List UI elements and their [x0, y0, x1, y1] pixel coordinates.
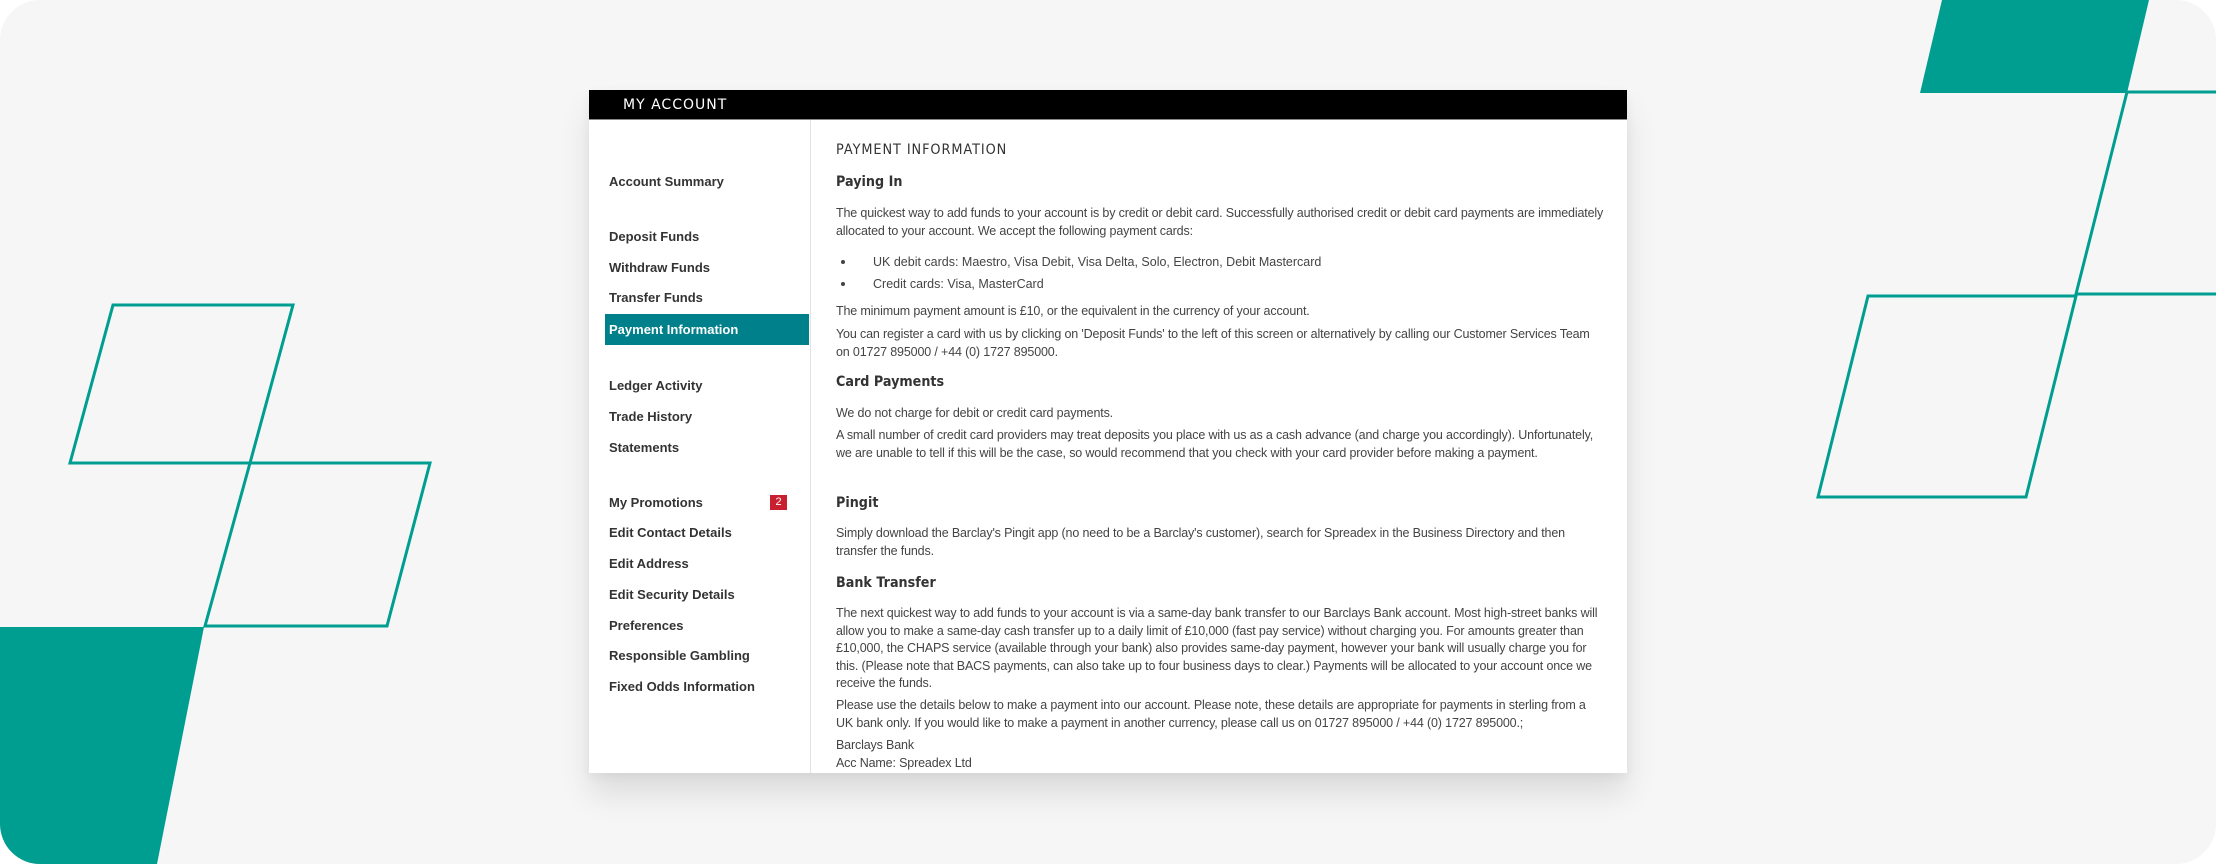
bullet-icon [841, 282, 845, 286]
sidebar-item-label: Preferences [609, 618, 684, 633]
bank-transfer-text-2: Please use the details below to make a p… [836, 698, 1586, 730]
sidebar-item-label: Ledger Activity [609, 378, 703, 393]
minimum-payment-text: The minimum payment amount is £10, or th… [836, 304, 1310, 318]
sidebar-item-payment-information[interactable]: Payment Information [605, 314, 809, 345]
sidebar-item-deposit-funds[interactable]: Deposit Funds [605, 221, 809, 252]
sidebar-item-edit-contact-details[interactable]: Edit Contact Details [605, 517, 809, 548]
promotions-count-badge: 2 [770, 495, 787, 510]
sidebar-item-label: Withdraw Funds [609, 260, 710, 275]
sidebar-item-label: Statements [609, 440, 680, 455]
sidebar-item-responsible-gambling[interactable]: Responsible Gambling [605, 640, 809, 671]
list-item: Credit cards: Visa, MasterCard [836, 273, 1606, 295]
list-item: UK debit cards: Maestro, Visa Debit, Vis… [836, 251, 1606, 273]
list-item-text: Credit cards: Visa, MasterCard [873, 277, 1044, 291]
sidebar-item-preferences[interactable]: Preferences [605, 610, 809, 641]
sidebar-item-fixed-odds-information[interactable]: Fixed Odds Information [605, 671, 809, 702]
sidebar-item-label: Responsible Gambling [609, 648, 750, 663]
sidebar-item-withdraw-funds[interactable]: Withdraw Funds [605, 252, 809, 283]
sidebar-item-edit-address[interactable]: Edit Address [605, 548, 809, 579]
section-heading-card-payments: Card Payments [836, 374, 945, 390]
sidebar-item-my-promotions[interactable]: My Promotions 2 [605, 487, 809, 518]
sidebar-item-label: Fixed Odds Information [609, 679, 755, 694]
sidebar-item-label: Edit Security Details [609, 587, 735, 602]
section-heading-pingit: Pingit [836, 495, 879, 511]
card-payments-text-2: A small number of credit card providers … [836, 428, 1594, 460]
left-filled-shape [0, 627, 204, 864]
sidebar-item-ledger-activity[interactable]: Ledger Activity [605, 370, 809, 401]
sidebar-item-transfer-funds[interactable]: Transfer Funds [605, 282, 809, 313]
register-card-text: You can register a card with us by click… [836, 327, 1590, 359]
sidebar-item-label: My Promotions [609, 495, 703, 510]
page-title: PAYMENT INFORMATION [836, 142, 1008, 158]
sidebar-item-label: Transfer Funds [609, 290, 703, 305]
sidebar-item-label: Payment Information [609, 322, 739, 337]
pingit-text: Simply download the Barclay's Pingit app… [836, 526, 1565, 558]
right-outline-upper [2074, 90, 2216, 296]
sidebar-item-label: Edit Contact Details [609, 525, 732, 540]
left-outline-parallelogram-top [68, 303, 295, 465]
account-name: Acc Name: Spreadex Ltd [836, 756, 972, 770]
sidebar-nav: Account Summary Deposit Funds Withdraw F… [589, 120, 811, 773]
bank-name: Barclays Bank [836, 738, 914, 752]
payment-information-content: PAYMENT INFORMATION Paying In The quicke… [836, 120, 1606, 773]
card-payments-text-1: We do not charge for debit or credit car… [836, 406, 1113, 420]
sidebar-item-label: Trade History [609, 409, 693, 424]
right-outline-parallelogram [1816, 294, 2078, 499]
bank-transfer-text-1: The next quickest way to add funds to yo… [836, 606, 1598, 690]
account-panel: MY ACCOUNT Account Summary Deposit Funds… [589, 90, 1627, 773]
sidebar-item-statements[interactable]: Statements [605, 432, 809, 463]
header-title: MY ACCOUNT [623, 97, 728, 113]
right-filled-shape [1920, 0, 2149, 93]
panel-header: MY ACCOUNT [589, 90, 1627, 120]
payment-cards-list: UK debit cards: Maestro, Visa Debit, Vis… [836, 251, 1606, 295]
section-heading-paying-in: Paying In [836, 174, 903, 190]
section-heading-bank-transfer: Bank Transfer [836, 575, 936, 591]
sidebar-item-label: Deposit Funds [609, 229, 700, 244]
list-item-text: UK debit cards: Maestro, Visa Debit, Vis… [873, 255, 1322, 269]
sidebar-item-label: Edit Address [609, 556, 689, 571]
left-outline-parallelogram-bottom [203, 461, 432, 628]
sidebar-item-account-summary[interactable]: Account Summary [605, 166, 809, 197]
sidebar-item-edit-security-details[interactable]: Edit Security Details [605, 579, 809, 610]
paying-in-intro: The quickest way to add funds to your ac… [836, 206, 1604, 238]
sidebar-item-label: Account Summary [609, 174, 724, 189]
bullet-icon [841, 260, 845, 264]
sidebar-item-trade-history[interactable]: Trade History [605, 401, 809, 432]
